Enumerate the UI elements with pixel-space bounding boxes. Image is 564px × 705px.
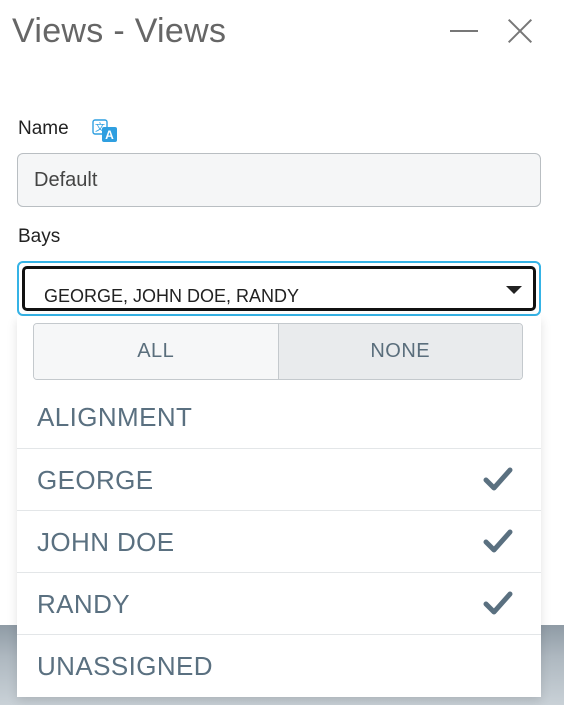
option-john-doe[interactable]: JOHN DOE [17, 510, 541, 572]
option-george[interactable]: GEORGE [17, 448, 541, 510]
option-randy[interactable]: RANDY [17, 572, 541, 634]
views-dialog: Views - Views Name 文 A Bays GEORGE, JOHN… [0, 0, 564, 697]
bays-label: Bays [18, 226, 61, 247]
translate-icon[interactable]: 文 A [92, 118, 118, 144]
svg-text:A: A [105, 128, 114, 142]
window-title: Views - Views [12, 12, 227, 50]
select-none-button[interactable]: NONE [278, 324, 522, 379]
option-alignment[interactable]: ALIGNMENT [17, 386, 541, 448]
option-label: RANDY [37, 589, 131, 619]
option-label: JOHN DOE [37, 527, 175, 557]
check-icon [483, 529, 513, 553]
check-icon [483, 591, 513, 615]
bays-select-box[interactable]: GEORGE, JOHN DOE, RANDY [22, 266, 536, 311]
close-icon[interactable] [502, 14, 538, 50]
bays-select[interactable]: GEORGE, JOHN DOE, RANDY [17, 261, 541, 316]
name-label: Name [18, 118, 69, 139]
select-all-button[interactable]: ALL [34, 324, 279, 379]
check-icon [483, 467, 513, 491]
caret-down-icon [506, 286, 522, 294]
bays-select-value: GEORGE, JOHN DOE, RANDY [44, 286, 300, 306]
option-unassigned[interactable]: UNASSIGNED [17, 634, 541, 696]
option-label: GEORGE [37, 465, 154, 495]
option-label: ALIGNMENT [37, 402, 193, 432]
select-all-none-group: ALL NONE [33, 323, 523, 380]
option-label: UNASSIGNED [37, 651, 213, 681]
bays-dropdown-menu: ALL NONE ALIGNMENT GEORGE JOHN DOE RANDY… [17, 316, 541, 697]
name-field[interactable] [17, 153, 541, 207]
minimize-icon[interactable] [446, 14, 482, 50]
